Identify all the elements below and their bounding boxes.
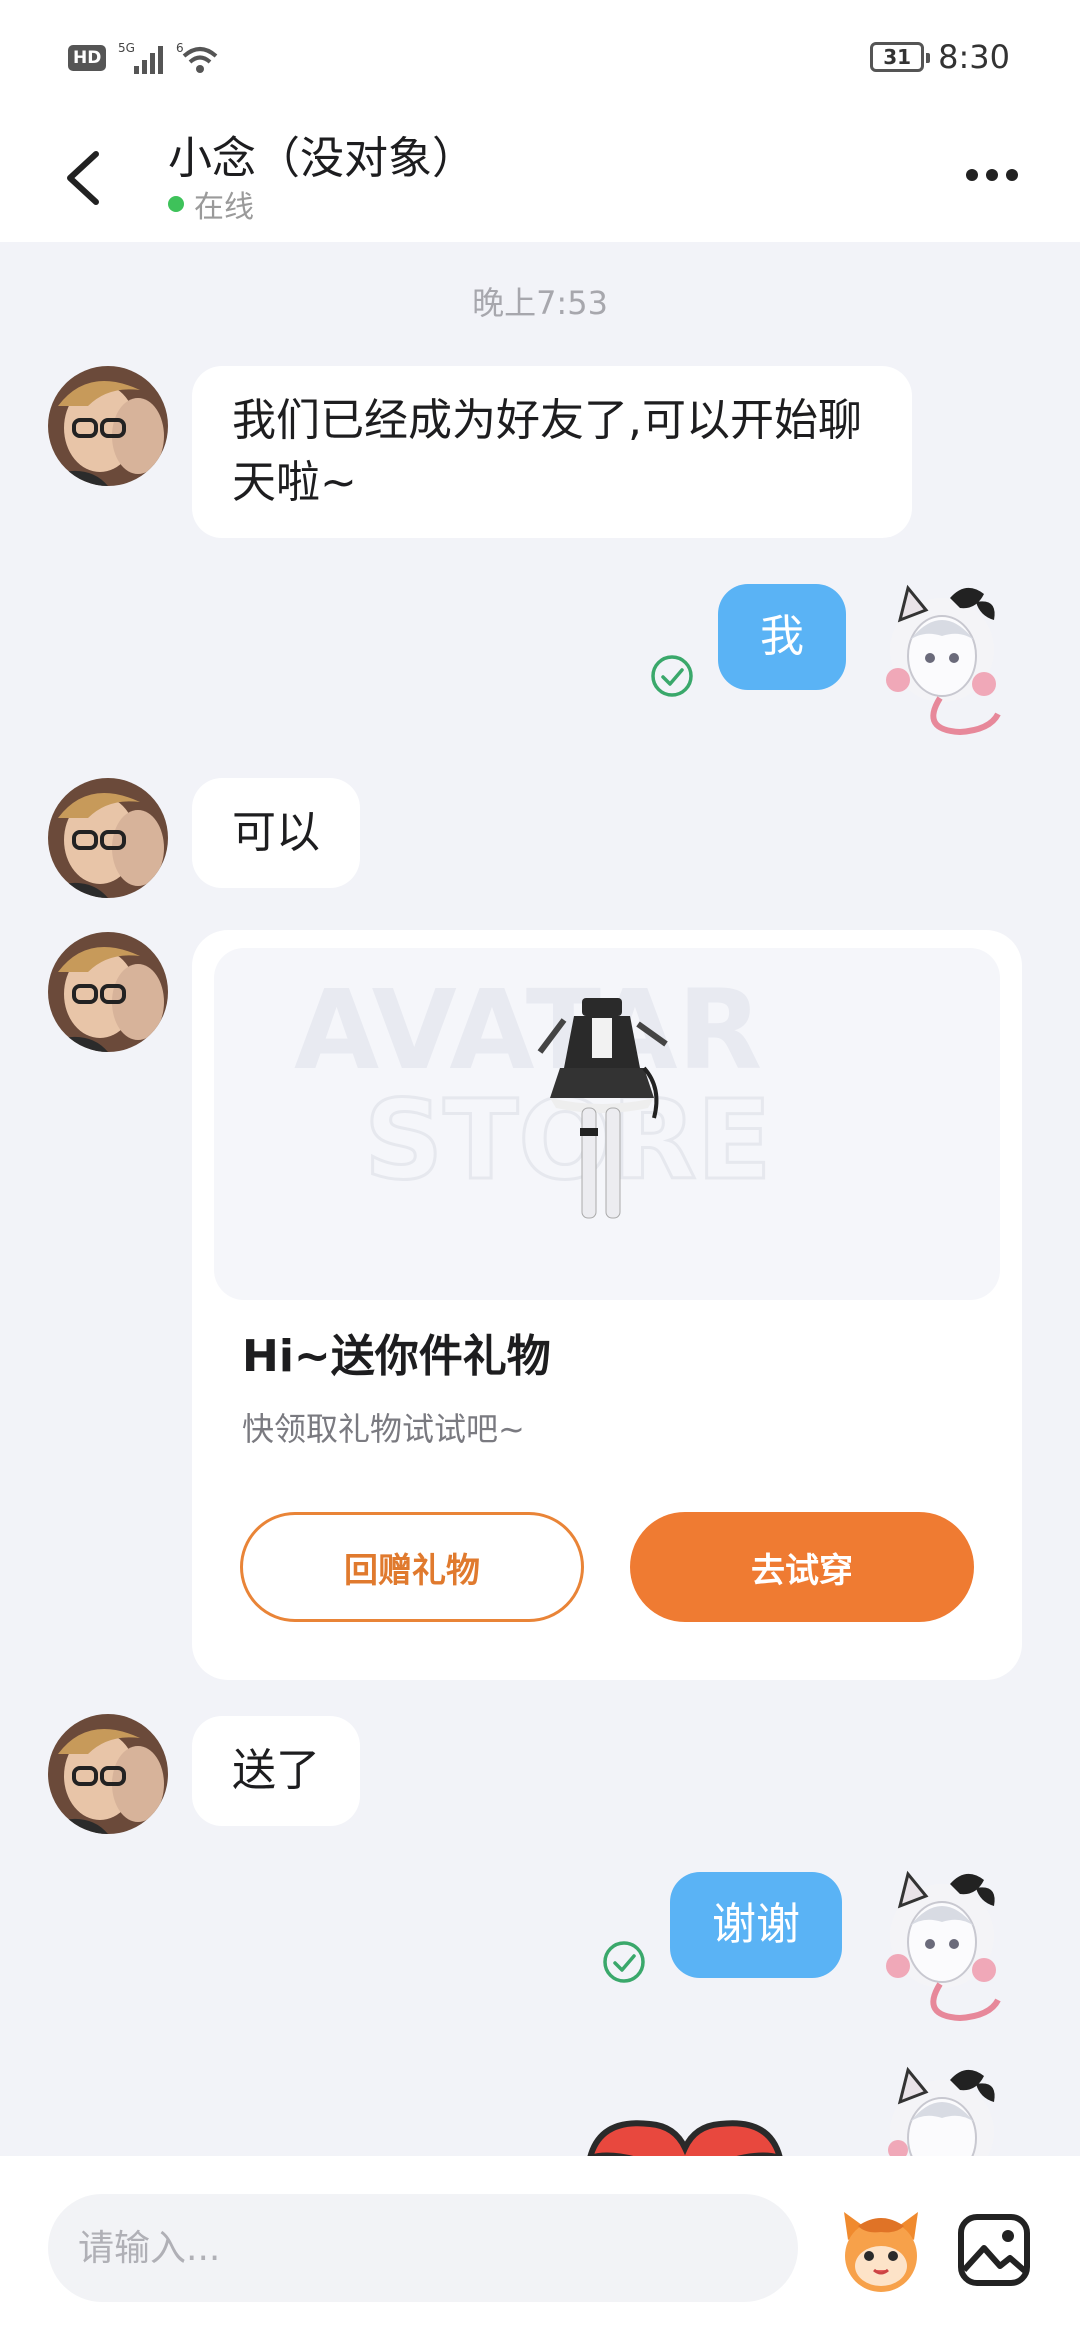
avatar-store-watermark: AVATAR STORE — [294, 966, 773, 1219]
gift-preview-image: AVATAR STORE — [214, 948, 1000, 1300]
status-right-icons: 31 8:30 — [870, 38, 1010, 76]
chat-header: 小念（没对象） 在线 — [0, 120, 1080, 242]
message-text: 送了 — [232, 1745, 320, 1796]
message-text: 可以 — [232, 807, 320, 858]
status-bar: HD 5G 6 31 8:30 — [0, 0, 1080, 120]
back-button[interactable] — [56, 142, 116, 212]
my-avatar[interactable] — [880, 580, 1010, 740]
online-dot-icon — [168, 196, 184, 212]
message-input-bar — [0, 2156, 1080, 2340]
chat-timestamp: 晚上7:53 — [472, 284, 608, 322]
my-avatar[interactable] — [880, 2062, 1010, 2156]
sticker-icon[interactable] — [836, 2206, 926, 2296]
avatar-photo — [48, 932, 168, 1052]
online-status: 在线 — [168, 182, 254, 226]
clock: 8:30 — [938, 38, 1010, 76]
message-bubble-received[interactable]: 可以 — [192, 778, 360, 888]
try-on-button[interactable]: 去试穿 — [630, 1512, 974, 1622]
avatar-photo — [48, 366, 168, 486]
svg-text:6: 6 — [176, 41, 184, 55]
message-text: 我们已经成为好友了,可以开始聊天啦~ — [232, 395, 862, 508]
message-text: 谢谢 — [712, 1899, 800, 1950]
avatar-photo — [48, 778, 168, 898]
dot-icon — [966, 169, 978, 181]
dot-icon — [986, 169, 998, 181]
gift-card[interactable]: AVATAR STORE Hi~送你件礼物 快领取礼物试试吧~ 回赠礼物 去试穿 — [192, 930, 1022, 1680]
battery-icon: 31 — [870, 42, 931, 72]
contact-avatar[interactable] — [48, 932, 168, 1052]
contact-avatar[interactable] — [48, 1714, 168, 1834]
message-bubble-received[interactable]: 我们已经成为好友了,可以开始聊天啦~ — [192, 366, 912, 538]
message-input[interactable] — [48, 2194, 798, 2302]
status-left-icons: HD 5G 6 — [68, 40, 220, 76]
gift-card-title: Hi~送你件礼物 — [242, 1331, 551, 1382]
battery-level: 31 — [883, 45, 912, 69]
contact-avatar[interactable] — [48, 366, 168, 486]
wifi-icon: 6 — [176, 41, 218, 73]
my-avatar[interactable] — [880, 1866, 1010, 2026]
cell-signal-icon: 5G — [118, 41, 164, 74]
dot-icon — [1006, 169, 1018, 181]
more-options-button[interactable] — [966, 160, 1026, 190]
read-check-icon — [651, 655, 693, 697]
message-text: 我 — [760, 611, 804, 662]
image-icon[interactable] — [956, 2212, 1032, 2288]
read-check-icon — [603, 1941, 645, 1983]
gift-card-subtitle: 快领取礼物试试吧~ — [242, 1410, 525, 1448]
online-status-text: 在线 — [194, 190, 254, 225]
avatar-photo — [48, 1714, 168, 1834]
chevron-left-icon — [67, 151, 99, 205]
return-gift-button[interactable]: 回赠礼物 — [240, 1512, 584, 1622]
svg-text:5G: 5G — [118, 41, 135, 55]
svg-text:AVATAR: AVATAR — [294, 966, 762, 1094]
message-bubble-received[interactable]: 送了 — [192, 1716, 360, 1826]
contact-avatar[interactable] — [48, 778, 168, 898]
message-bubble-sent[interactable]: 谢谢 — [670, 1872, 842, 1978]
hd-badge: HD — [68, 45, 107, 71]
message-bubble-sent[interactable]: 我 — [718, 584, 846, 690]
contact-name: 小念（没对象） — [168, 133, 476, 184]
